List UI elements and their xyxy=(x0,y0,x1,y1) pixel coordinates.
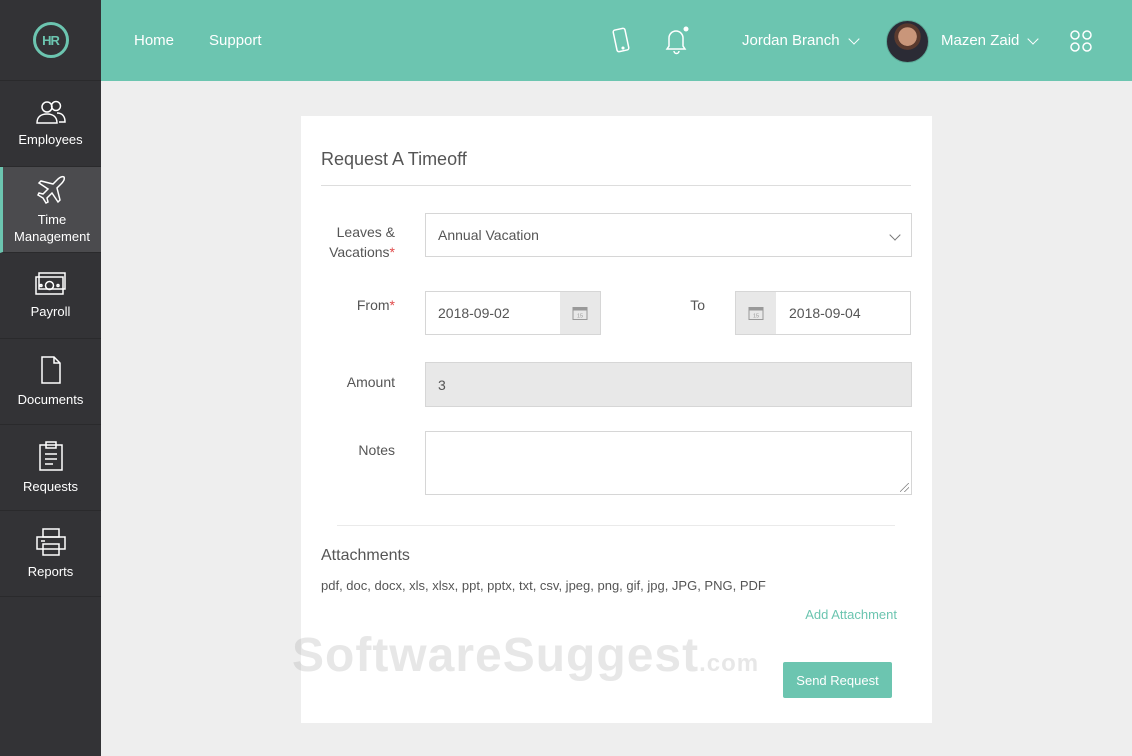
to-calendar-button[interactable]: 15 xyxy=(736,292,776,334)
sidebar-item-label: Requests xyxy=(23,479,78,494)
sidebar-item-employees[interactable]: Employees xyxy=(0,81,101,167)
branch-selector[interactable]: Jordan Branch xyxy=(742,32,860,49)
title-divider xyxy=(321,185,911,186)
required-mark: * xyxy=(389,297,395,313)
sidebar-item-label: Payroll xyxy=(30,304,71,319)
leave-type-label-text: Leaves & Vacations xyxy=(329,224,395,260)
required-mark: * xyxy=(389,244,395,260)
page-title: Request A Timeoff xyxy=(321,149,467,169)
sidebar-item-label: Documents xyxy=(17,392,84,407)
notes-textarea[interactable] xyxy=(425,431,912,495)
top-header: Home Support Jordan Branch Mazen Zaid xyxy=(101,0,1132,81)
calendar-icon: 15 xyxy=(572,307,588,320)
sidebar-item-payroll[interactable]: Payroll xyxy=(0,253,101,339)
resize-handle-icon[interactable] xyxy=(900,483,909,492)
leave-type-value: Annual Vacation xyxy=(438,227,539,243)
users-icon xyxy=(35,100,66,124)
amount-value: 3 xyxy=(438,376,446,393)
send-request-button[interactable]: Send Request xyxy=(783,662,892,698)
sidebar-item-label: Reports xyxy=(27,564,74,579)
sidebar-item-requests[interactable]: Requests xyxy=(0,425,101,511)
leave-type-select[interactable]: Annual Vacation xyxy=(425,213,912,257)
to-date-field[interactable]: 15 2018-09-04 xyxy=(735,291,911,335)
add-attachment-link[interactable]: Add Attachment xyxy=(805,607,897,622)
from-label-text: From xyxy=(356,297,390,313)
to-label: To xyxy=(690,297,705,313)
chevron-down-icon xyxy=(1027,32,1040,45)
logo[interactable]: HR xyxy=(0,0,101,81)
sidebar-item-documents[interactable]: Documents xyxy=(0,339,101,425)
chevron-down-icon xyxy=(889,229,901,241)
sidebar-item-time-management[interactable]: Time Management xyxy=(0,167,101,253)
user-menu[interactable]: Mazen Zaid xyxy=(941,32,1040,49)
watermark-suffix: .com xyxy=(699,650,760,677)
notes-label: Notes xyxy=(358,442,395,458)
sidebar-item-label: Time Management xyxy=(14,211,90,244)
from-date-field[interactable]: 2018-09-02 15 xyxy=(425,291,601,335)
attachments-title: Attachments xyxy=(321,547,410,564)
sidebar-item-label: Employees xyxy=(18,132,83,147)
mobile-phone-icon[interactable] xyxy=(610,27,634,55)
sidebar: HR Employees Time Management Payroll Doc… xyxy=(0,0,101,756)
from-calendar-button[interactable]: 15 xyxy=(560,292,600,334)
to-date-value: 2018-09-04 xyxy=(789,305,861,321)
avatar[interactable] xyxy=(886,20,929,63)
amount-label: Amount xyxy=(346,374,395,390)
logo-mark: HR xyxy=(32,22,69,58)
leave-type-label: Leaves & Vacations* xyxy=(321,222,395,262)
money-icon xyxy=(34,272,66,295)
airplane-icon xyxy=(37,175,65,204)
from-date-value: 2018-09-02 xyxy=(438,305,510,321)
document-icon xyxy=(40,356,61,384)
amount-field: 3 xyxy=(425,362,912,407)
notification-bell-icon[interactable] xyxy=(661,24,693,56)
printer-icon xyxy=(35,528,66,556)
from-label: From* xyxy=(331,295,395,315)
user-name: Mazen Zaid xyxy=(941,32,1020,49)
chevron-down-icon xyxy=(847,32,860,45)
clipboard-icon xyxy=(38,441,63,471)
section-divider xyxy=(337,525,895,526)
nav-home-link[interactable]: Home xyxy=(134,32,174,49)
apps-grid-icon[interactable] xyxy=(1069,29,1093,53)
watermark: SoftwareSuggest.com xyxy=(292,628,759,683)
calendar-day-number: 15 xyxy=(577,314,583,320)
watermark-main: SoftwareSuggest xyxy=(292,629,700,682)
branch-name: Jordan Branch xyxy=(742,32,840,49)
nav-support-link[interactable]: Support xyxy=(209,32,262,49)
calendar-day-number: 15 xyxy=(753,314,759,320)
sidebar-item-reports[interactable]: Reports xyxy=(0,511,101,597)
calendar-icon: 15 xyxy=(748,307,764,320)
attachment-types: pdf, doc, docx, xls, xlsx, ppt, pptx, tx… xyxy=(321,578,766,593)
